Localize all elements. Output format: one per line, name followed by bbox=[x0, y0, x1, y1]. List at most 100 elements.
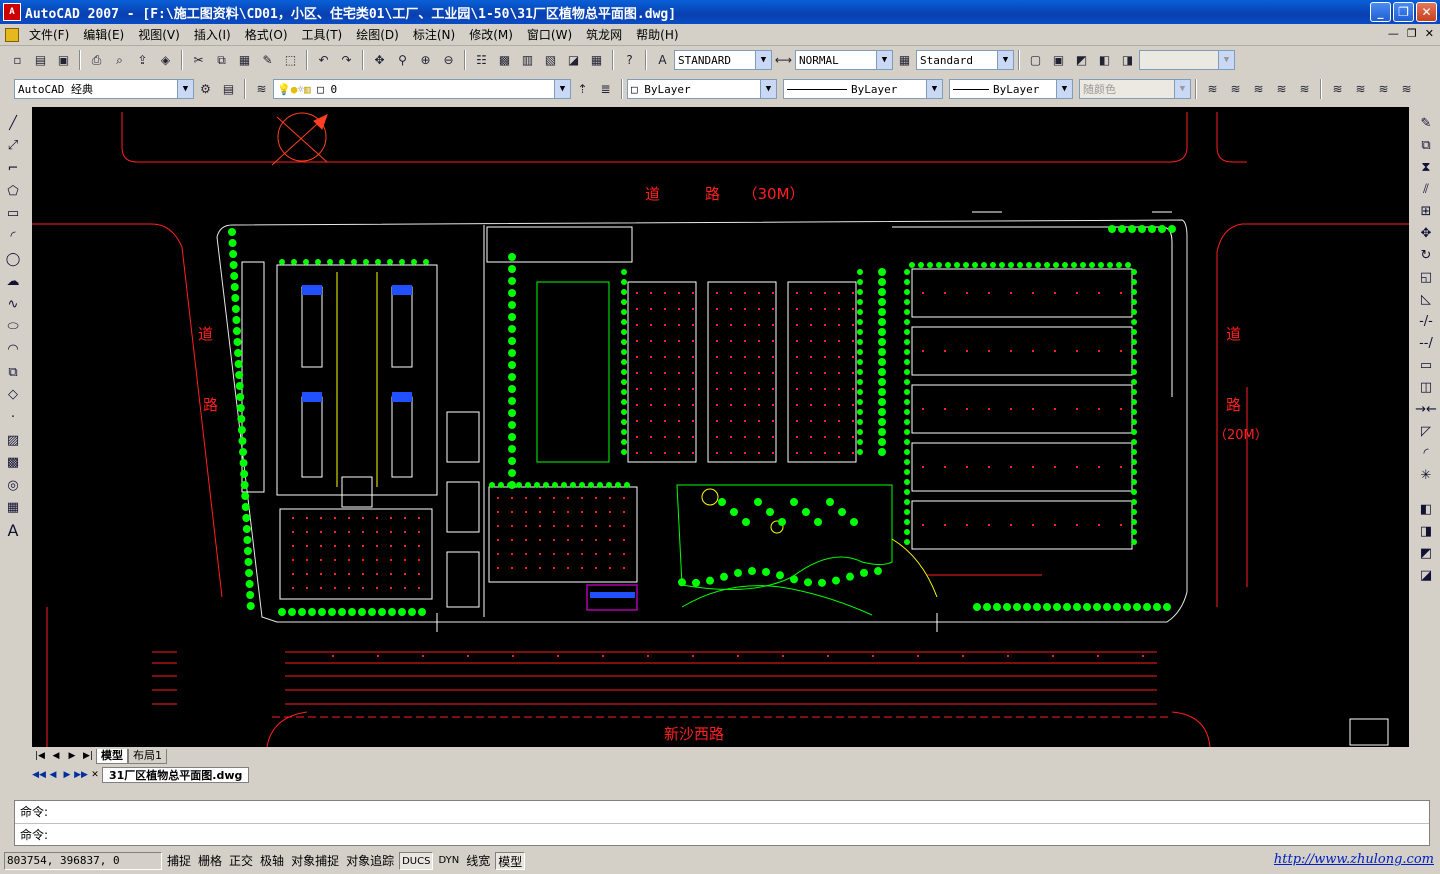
make-layer-current-icon[interactable]: ⇡ bbox=[573, 79, 593, 99]
tool-palettes-icon[interactable]: ▥ bbox=[518, 50, 538, 70]
pan-icon[interactable]: ✥ bbox=[370, 50, 390, 70]
doc-first-icon[interactable]: ◀◀ bbox=[32, 770, 46, 780]
copy-icon[interactable]: ⧉ bbox=[212, 50, 232, 70]
polar-toggle[interactable]: 极轴 bbox=[258, 852, 286, 870]
zoom-previous-icon[interactable]: ⊖ bbox=[439, 50, 459, 70]
make-block-icon[interactable]: ◇ bbox=[3, 385, 23, 405]
menu-edit[interactable]: 编辑(E) bbox=[76, 26, 131, 43]
calculator-icon[interactable]: ▦ bbox=[587, 50, 607, 70]
fillet-icon[interactable]: ◜ bbox=[1416, 443, 1436, 463]
menu-file[interactable]: 文件(F) bbox=[22, 26, 76, 43]
plot-style-select[interactable]: 随颜色 ▼ bbox=[1079, 79, 1191, 99]
polyline-icon[interactable]: ⌐ bbox=[3, 159, 23, 179]
publish-icon[interactable]: ⇪ bbox=[133, 50, 153, 70]
minimize-button[interactable]: _ bbox=[1370, 2, 1391, 22]
layer-tool-1-icon[interactable]: ≋ bbox=[1203, 79, 1223, 99]
layer-tool-5-icon[interactable]: ≋ bbox=[1295, 79, 1315, 99]
circle-icon[interactable]: ◯ bbox=[3, 249, 23, 269]
properties-icon[interactable]: ☷ bbox=[472, 50, 492, 70]
layer-manager-icon[interactable]: ≋ bbox=[252, 79, 272, 99]
table-style-icon[interactable]: ▦ bbox=[895, 50, 915, 70]
revision-cloud-icon[interactable]: ☁ bbox=[3, 272, 23, 292]
doc-restore-icon[interactable]: ❐ bbox=[1407, 27, 1417, 40]
rectangle-icon[interactable]: ▭ bbox=[3, 204, 23, 224]
doc-last-icon[interactable]: ▶▶ bbox=[74, 770, 88, 780]
menu-insert[interactable]: 插入(I) bbox=[187, 26, 238, 43]
menu-modify[interactable]: 修改(M) bbox=[462, 26, 520, 43]
doc-close-icon[interactable]: ✕ bbox=[1425, 27, 1434, 40]
markup-icon[interactable]: ◪ bbox=[564, 50, 584, 70]
region-icon[interactable]: ◎ bbox=[3, 476, 23, 496]
menu-window[interactable]: 窗口(W) bbox=[520, 26, 579, 43]
hatch-icon[interactable]: ▨ bbox=[3, 430, 23, 450]
viewport-scale-select[interactable]: ▼ bbox=[1139, 50, 1235, 70]
clip-viewport-icon[interactable]: ◨ bbox=[1118, 50, 1138, 70]
3d-dwf-icon[interactable]: ◈ bbox=[156, 50, 176, 70]
undo-icon[interactable]: ↶ bbox=[314, 50, 334, 70]
workspace-settings-icon[interactable]: ⚙ bbox=[196, 79, 216, 99]
block-editor-icon[interactable]: ⬚ bbox=[281, 50, 301, 70]
draworder-front-icon[interactable]: ◧ bbox=[1416, 499, 1436, 519]
stretch-icon[interactable]: ◺ bbox=[1416, 289, 1436, 309]
new-icon[interactable]: ▫ bbox=[8, 50, 28, 70]
model-toggle[interactable]: 模型 bbox=[495, 852, 526, 870]
chamfer-icon[interactable]: ◸ bbox=[1416, 421, 1436, 441]
layer-tool-8-icon[interactable]: ≋ bbox=[1374, 79, 1394, 99]
mirror-icon[interactable]: ⧗ bbox=[1416, 157, 1436, 177]
construction-line-icon[interactable]: ⤢ bbox=[3, 136, 23, 156]
offset-icon[interactable]: ⫽ bbox=[1416, 179, 1436, 199]
scale-icon[interactable]: ◱ bbox=[1416, 267, 1436, 287]
layer-tool-7-icon[interactable]: ≋ bbox=[1351, 79, 1371, 99]
zoom-window-icon[interactable]: ⊕ bbox=[416, 50, 436, 70]
cut-icon[interactable]: ✂ bbox=[189, 50, 209, 70]
gradient-icon[interactable]: ▩ bbox=[3, 453, 23, 473]
zhulong-link[interactable]: http://www.zhulong.com bbox=[1274, 852, 1434, 867]
doc-prev-icon[interactable]: ◀ bbox=[46, 770, 60, 780]
table-icon[interactable]: ▦ bbox=[3, 498, 23, 518]
tab-last-icon[interactable]: ▶| bbox=[80, 751, 96, 761]
join-icon[interactable]: →← bbox=[1415, 399, 1437, 419]
workspace-save-icon[interactable]: ▤ bbox=[219, 79, 239, 99]
arc-icon[interactable]: ◜ bbox=[3, 227, 23, 247]
dim-style-icon[interactable]: ⟷ bbox=[774, 50, 794, 70]
dyn-toggle[interactable]: DYN bbox=[436, 852, 461, 870]
text-style-select[interactable]: STANDARD ▼ bbox=[674, 50, 772, 70]
menu-draw[interactable]: 绘图(D) bbox=[349, 26, 406, 43]
tab-layout1[interactable]: 布局1 bbox=[128, 748, 167, 764]
draworder-under-icon[interactable]: ◪ bbox=[1416, 565, 1436, 585]
otrack-toggle[interactable]: 对象追踪 bbox=[344, 852, 396, 870]
layer-previous-icon[interactable]: ≣ bbox=[596, 79, 616, 99]
doc-tab-active[interactable]: 31厂区植物总平面图.dwg bbox=[102, 766, 250, 783]
plot-preview-icon[interactable]: ⌕ bbox=[110, 50, 130, 70]
color-select[interactable]: □ ByLayer ▼ bbox=[627, 79, 777, 99]
menu-dimension[interactable]: 标注(N) bbox=[406, 26, 462, 43]
restore-button[interactable]: ❐ bbox=[1393, 2, 1414, 22]
open-icon[interactable]: ▤ bbox=[31, 50, 51, 70]
ducs-toggle[interactable]: DUCS bbox=[399, 852, 434, 870]
trim-icon[interactable]: -/- bbox=[1416, 311, 1436, 331]
table-style-select[interactable]: Standard ▼ bbox=[916, 50, 1014, 70]
mtext-icon[interactable]: A bbox=[3, 521, 23, 541]
command-window[interactable]: 命令: 命令: bbox=[14, 800, 1430, 846]
match-properties-icon[interactable]: ✎ bbox=[258, 50, 278, 70]
menu-tools[interactable]: 工具(T) bbox=[295, 26, 350, 43]
layer-tool-9-icon[interactable]: ≋ bbox=[1397, 79, 1417, 99]
extend-icon[interactable]: --/ bbox=[1416, 333, 1436, 353]
lineweight-select[interactable]: ByLayer ▼ bbox=[949, 79, 1073, 99]
workspace-select[interactable]: AutoCAD 经典 ▼ bbox=[14, 79, 194, 99]
layer-tool-3-icon[interactable]: ≋ bbox=[1249, 79, 1269, 99]
help-icon[interactable]: ? bbox=[620, 50, 640, 70]
layer-select[interactable]: 💡 ● ☼ ▥ □ 0 ▼ bbox=[273, 79, 571, 99]
convert-viewport-icon[interactable]: ◧ bbox=[1095, 50, 1115, 70]
single-viewport-icon[interactable]: ▣ bbox=[1049, 50, 1069, 70]
polygon-icon[interactable]: ⬠ bbox=[3, 181, 23, 201]
doc-next-icon[interactable]: ▶ bbox=[60, 770, 74, 780]
spline-icon[interactable]: ∿ bbox=[3, 295, 23, 315]
menu-help[interactable]: 帮助(H) bbox=[629, 26, 685, 43]
menu-format[interactable]: 格式(O) bbox=[238, 26, 295, 43]
plot-icon[interactable]: ⎙ bbox=[87, 50, 107, 70]
move-icon[interactable]: ✥ bbox=[1416, 223, 1436, 243]
menu-zhulong[interactable]: 筑龙网 bbox=[579, 26, 629, 43]
sheet-set-icon[interactable]: ▧ bbox=[541, 50, 561, 70]
menu-view[interactable]: 视图(V) bbox=[131, 26, 187, 43]
